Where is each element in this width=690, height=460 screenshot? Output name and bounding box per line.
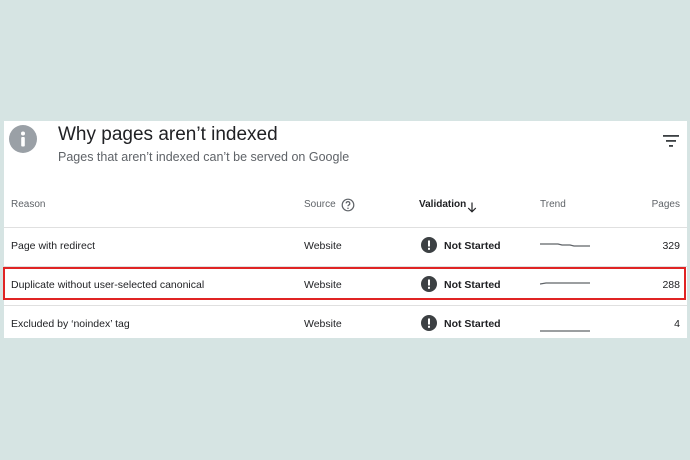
highlight-box (3, 267, 686, 300)
sort-arrow-down-icon[interactable] (467, 200, 477, 213)
page-title: Why pages aren’t indexed (58, 124, 278, 145)
row-source: Website (304, 318, 342, 330)
column-header-validation[interactable]: Validation (419, 199, 466, 210)
trend-sparkline (540, 236, 590, 247)
info-icon (9, 125, 37, 153)
row-pages-count: 4 (674, 318, 680, 330)
row-reason[interactable]: Page with redirect (11, 240, 95, 252)
help-icon[interactable] (341, 198, 355, 212)
row-validation-status: Not Started (444, 318, 501, 330)
column-header-source[interactable]: Source (304, 199, 336, 210)
row-reason[interactable]: Excluded by ‘noindex’ tag (11, 318, 130, 330)
page-subtitle: Pages that aren’t indexed can’t be serve… (58, 150, 350, 164)
row-pages-count: 329 (662, 240, 680, 252)
column-header-trend: Trend (540, 199, 566, 210)
column-header-reason[interactable]: Reason (11, 199, 45, 210)
status-alert-icon (421, 237, 437, 253)
status-alert-icon (421, 315, 437, 331)
row-validation-status: Not Started (444, 240, 501, 252)
trend-sparkline (540, 322, 590, 332)
row-source: Website (304, 240, 342, 252)
filter-icon[interactable] (662, 134, 680, 148)
column-header-pages[interactable]: Pages (652, 199, 680, 210)
